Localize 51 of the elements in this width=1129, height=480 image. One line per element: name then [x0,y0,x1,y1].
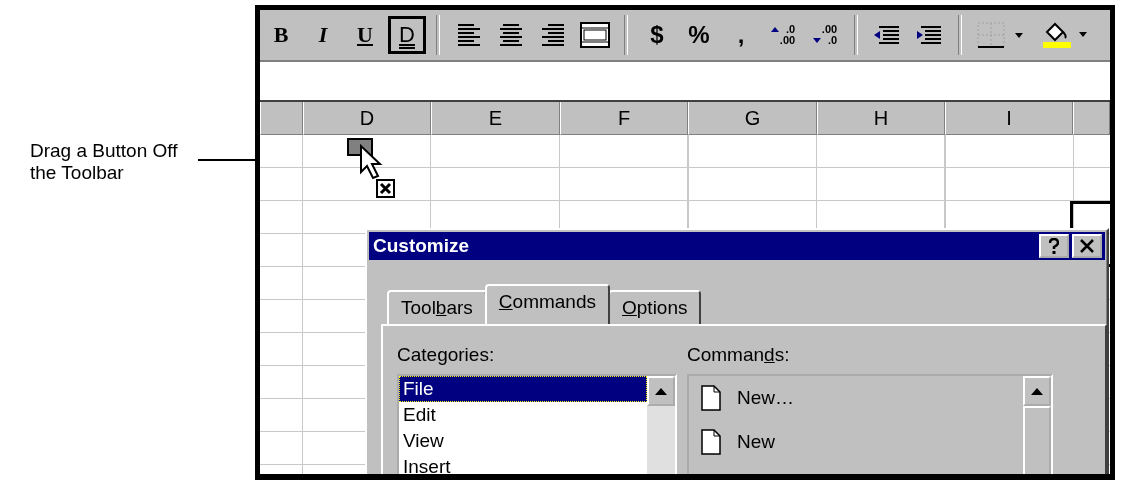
align-left-icon[interactable] [456,24,482,46]
merge-center-icon[interactable] [580,22,610,48]
category-item[interactable]: File [399,376,647,402]
close-icon [1080,239,1094,253]
decrease-indent-icon[interactable] [873,24,901,46]
column-header[interactable] [260,102,303,135]
category-item[interactable]: View [399,428,647,454]
column-header[interactable]: E [431,102,560,135]
increase-decimal-button[interactable]: .0 .00 [764,16,802,54]
format-button[interactable]: , [722,16,760,54]
categories-list[interactable]: File Edit View Insert [397,374,677,474]
arrow-icon [770,27,779,32]
format-button[interactable]: $ [638,16,676,54]
help-button[interactable] [1039,234,1069,258]
categories-label: Categories: [397,344,496,366]
dialog-tab[interactable]: Commands [484,284,610,324]
column-header[interactable]: D [303,102,431,135]
scroll-up-icon [1031,387,1043,395]
command-item[interactable]: New… [737,387,794,409]
dialog-tab[interactable]: Options [608,290,702,324]
drag-cursor-drawing [347,138,397,200]
column-header[interactable] [1073,102,1110,135]
document-icon [701,385,721,411]
align-center-icon[interactable] [498,24,524,46]
decrease-decimal-button[interactable]: .00 .0 [806,16,844,54]
command-item[interactable]: New [737,431,775,453]
column-header[interactable]: H [817,102,945,135]
scroll-up-icon [655,387,667,395]
help-icon [1049,238,1059,254]
column-header[interactable]: F [560,102,688,135]
italic-button[interactable]: I [304,16,342,54]
scroll-up-button[interactable] [647,376,675,406]
scroll-up-button[interactable] [1023,376,1051,406]
arrow-icon [812,38,821,43]
category-item[interactable]: Insert [399,454,647,474]
document-icon [701,429,721,455]
callout-text: Drag a Button Off the Toolbar [30,140,179,184]
underline-button[interactable]: U [346,16,384,54]
align-right-icon[interactable] [540,24,566,46]
column-header[interactable]: I [945,102,1073,135]
increase-indent-icon[interactable] [915,24,943,46]
double-underline-button[interactable]: D [388,16,426,54]
commands-label: Commands: [687,344,791,366]
format-button[interactable]: % [680,16,718,54]
dialog-tab[interactable]: Toolbars [387,290,487,324]
close-button[interactable] [1072,234,1102,258]
category-item[interactable]: Edit [399,402,647,428]
dialog-title: Customize [373,235,471,257]
commands-list[interactable]: New… New [687,374,1053,474]
column-header[interactable]: G [688,102,817,135]
bold-button[interactable]: B [262,16,300,54]
